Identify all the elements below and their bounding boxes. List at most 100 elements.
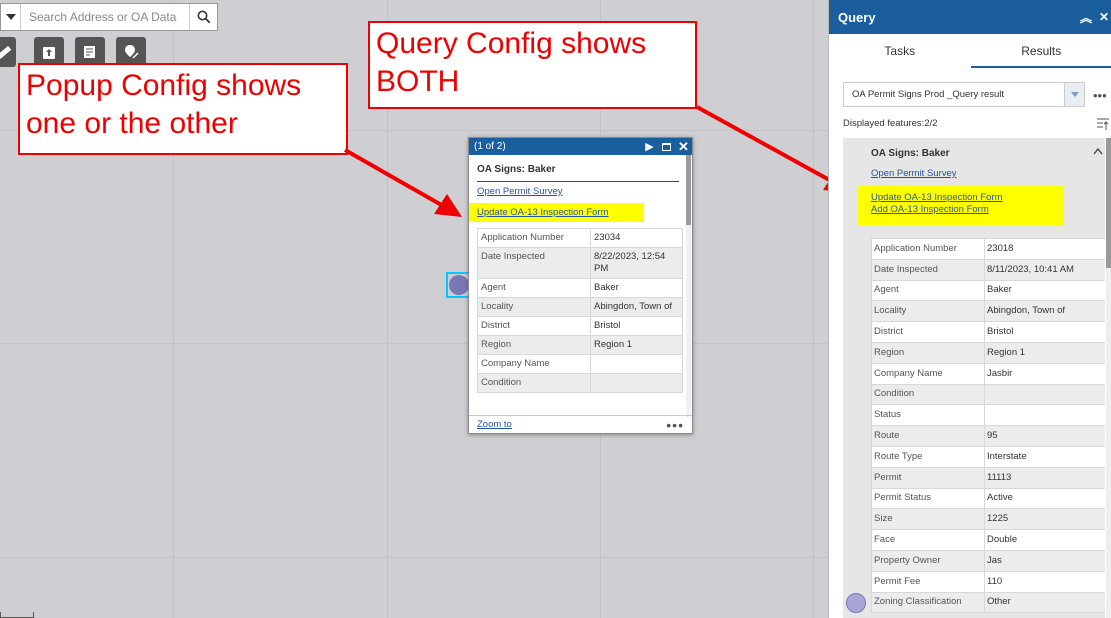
clipboard-upload-icon: [43, 47, 55, 59]
search-input[interactable]: [21, 5, 189, 29]
table-row: Company Name Jasbir: [871, 362, 1105, 385]
update-inspection-form-link[interactable]: Update OA-13 Inspection Form: [477, 207, 644, 218]
search-source-dropdown[interactable]: [1, 4, 21, 30]
attribute-value: 110: [984, 570, 1105, 593]
attribute-value: Active: [984, 487, 1105, 510]
collapse-panel-button[interactable]: ︽: [1073, 0, 1099, 34]
table-row: Permit 11113: [871, 466, 1105, 489]
attribute-value: Abingdon, Town of: [590, 297, 683, 317]
double-chevron-up-icon: ︽: [1079, 10, 1092, 25]
table-row: Size 1225: [871, 508, 1105, 531]
query-panel: Query ︽ ✕ Tasks Results OA Permit Signs …: [828, 0, 1111, 618]
popup-scrollbar[interactable]: [686, 155, 691, 417]
sort-icon[interactable]: [1097, 117, 1109, 131]
attribute-name: Region: [871, 341, 985, 364]
scroll-thumb[interactable]: [686, 155, 691, 225]
table-row: Condition: [477, 373, 683, 393]
map-gridline: [0, 557, 828, 558]
more-options-icon[interactable]: •••: [666, 418, 684, 432]
highlight-box: Update OA-13 Inspection Form: [469, 203, 644, 222]
map-gridline: [813, 0, 814, 618]
scroll-thumb[interactable]: [1106, 138, 1111, 268]
table-row: Region Region 1: [477, 335, 683, 355]
open-permit-survey-link[interactable]: Open Permit Survey: [477, 186, 679, 197]
search-bar: [0, 3, 218, 31]
attribute-value: Double: [984, 529, 1105, 551]
close-panel-button[interactable]: ✕: [1099, 0, 1111, 34]
close-icon: ✕: [1099, 10, 1110, 24]
maximize-icon: [662, 142, 671, 151]
attribute-name: Agent: [477, 278, 591, 298]
attribute-name: Application Number: [477, 228, 591, 248]
attribute-value: Region 1: [590, 335, 683, 355]
table-row: Agent Baker: [477, 278, 683, 298]
popup-attribute-table: Application Number 23034 Date Inspected 8/2…: [477, 228, 683, 393]
more-options-icon[interactable]: •••: [1093, 88, 1107, 103]
attribute-value: 8/22/2023, 12:54 PM: [590, 247, 683, 279]
tab-results[interactable]: Results: [970, 34, 1111, 68]
attribute-name: Permit: [871, 466, 985, 489]
attribute-name: Permit Status: [871, 487, 985, 510]
popup-title: OA Signs: Baker: [477, 155, 679, 182]
measure-tool-button[interactable]: [0, 37, 16, 67]
tab-tasks[interactable]: Tasks: [829, 34, 971, 68]
attribute-name: Company Name: [477, 354, 591, 374]
ruler-icon: [0, 45, 12, 59]
table-row: Zoning Classification Other: [871, 591, 1105, 614]
edit-form-icon: [84, 46, 95, 58]
table-row: Company Name: [477, 354, 683, 374]
add-inspection-form-link[interactable]: Add OA-13 Inspection Form: [871, 204, 1064, 216]
search-button[interactable]: [189, 4, 217, 30]
attribute-name: Company Name: [871, 362, 985, 385]
scale-bar: [0, 612, 34, 618]
attribute-value: 8/11/2023, 10:41 AM: [984, 258, 1105, 281]
open-permit-survey-link[interactable]: Open Permit Survey: [871, 168, 957, 179]
chevron-up-icon[interactable]: [1093, 147, 1103, 155]
zoom-to-link[interactable]: Zoom to: [477, 419, 512, 430]
popup-feature-count: (1 of 2): [474, 141, 506, 152]
displayed-features-count: Displayed features:2/2: [843, 118, 938, 129]
attribute-name: Permit Fee: [871, 570, 985, 593]
sign-feature-marker[interactable]: [449, 275, 469, 295]
table-row: Application Number 23034: [477, 228, 683, 248]
table-row: Locality Abingdon, Town of: [477, 297, 683, 317]
attribute-name: Face: [871, 529, 985, 551]
attribute-value: 23034: [590, 228, 683, 248]
result-layer-value: OA Permit Signs Prod _Query result: [852, 89, 1005, 100]
attribute-value: [984, 383, 1105, 406]
search-icon: [197, 10, 210, 24]
maximize-button[interactable]: [658, 138, 675, 155]
result-layer-select[interactable]: OA Permit Signs Prod _Query result: [843, 82, 1085, 107]
next-feature-button[interactable]: ▶: [641, 138, 658, 155]
play-icon: ▶: [645, 141, 654, 153]
table-row: Route 95: [871, 425, 1105, 447]
attribute-name: Date Inspected: [871, 258, 985, 281]
chevron-down-icon: [1064, 83, 1084, 106]
attribute-value: [984, 404, 1105, 427]
table-row: Region Region 1: [871, 341, 1105, 364]
close-button[interactable]: ✕: [675, 138, 692, 155]
attribute-value: Other: [984, 591, 1105, 614]
panel-scrollbar[interactable]: [1106, 138, 1111, 618]
attribute-name: Size: [871, 508, 985, 531]
attribute-name: Locality: [871, 300, 985, 323]
popup-content: OA Signs: Baker Open Permit Survey Updat…: [469, 155, 687, 417]
update-inspection-form-link[interactable]: Update OA-13 Inspection Form: [871, 192, 1064, 204]
result-list: OA Signs: Baker Open Permit Survey Updat…: [843, 138, 1105, 618]
table-row: Permit Status Active: [871, 487, 1105, 510]
attribute-name: Date Inspected: [477, 247, 591, 279]
attribute-value: [590, 373, 683, 393]
popup-header: (1 of 2) ▶ ✕: [469, 138, 692, 155]
attribute-name: District: [871, 321, 985, 343]
result-feature-symbol: [846, 593, 866, 613]
map-gridline: [0, 343, 828, 344]
popup-footer: Zoom to •••: [469, 415, 692, 433]
table-row: Locality Abingdon, Town of: [871, 300, 1105, 323]
attribute-name: Region: [477, 335, 591, 355]
attribute-name: Property Owner: [871, 549, 985, 572]
callout-line: Popup Config shows: [26, 69, 302, 102]
panel-title: Query: [838, 9, 876, 25]
attribute-value: 11113: [984, 466, 1105, 489]
attribute-name: Route: [871, 425, 985, 447]
close-icon: ✕: [678, 138, 689, 154]
